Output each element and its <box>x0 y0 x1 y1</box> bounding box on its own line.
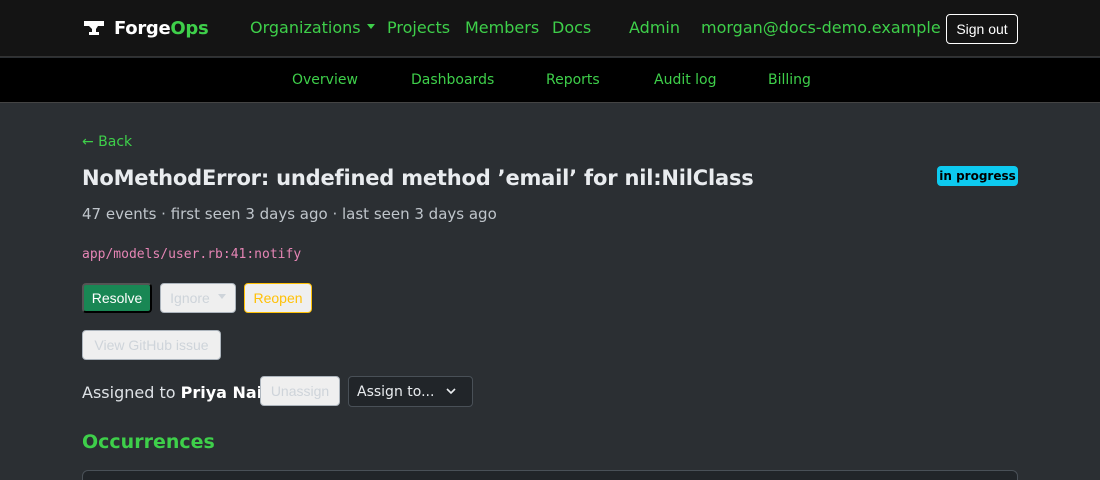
sign-out-button[interactable]: Sign out <box>946 14 1018 44</box>
subnav-dashboards[interactable]: Dashboards <box>411 72 494 88</box>
anvil-icon <box>84 21 104 35</box>
assign-to-select[interactable]: Assign to... <box>348 376 473 407</box>
reopen-button[interactable]: Reopen <box>244 283 312 313</box>
subnav-reports[interactable]: Reports <box>546 72 600 88</box>
ignore-dropdown-button[interactable]: Ignore <box>160 283 236 313</box>
user-email-link[interactable]: morgan@docs-demo.example <box>701 18 941 37</box>
nav-projects[interactable]: Projects <box>387 18 450 37</box>
issue-meta: 47 events · first seen 3 days ago · last… <box>82 205 497 223</box>
nav-admin[interactable]: Admin <box>629 18 680 37</box>
code-location: app/models/user.rb:41:notify <box>82 247 302 262</box>
subnav-audit-log[interactable]: Audit log <box>654 72 717 88</box>
assignee-name: Priya Nair <box>180 383 271 402</box>
brand[interactable]: ForgeOps <box>84 17 209 39</box>
chevron-down-icon <box>446 388 456 395</box>
back-link[interactable]: ← Back <box>82 134 132 150</box>
brand-name: ForgeOps <box>114 17 209 39</box>
subnav-overview[interactable]: Overview <box>292 72 358 88</box>
occurrences-heading: Occurrences <box>82 431 215 453</box>
sub-navbar: Overview Dashboards Reports Audit log Bi… <box>0 58 1100 103</box>
page-title: NoMethodError: undefined method ’email’ … <box>82 166 754 190</box>
caret-down-icon <box>217 293 226 299</box>
occurrences-card <box>82 470 1018 480</box>
subnav-billing[interactable]: Billing <box>768 72 811 88</box>
nav-docs[interactable]: Docs <box>552 18 591 37</box>
caret-down-icon <box>366 24 375 29</box>
assign-to-value: Assign to... <box>357 383 435 400</box>
view-github-issue-button[interactable]: View GitHub issue <box>82 330 221 360</box>
nav-members[interactable]: Members <box>465 18 539 37</box>
status-badge: in progress <box>937 166 1018 186</box>
resolve-button[interactable]: Resolve <box>82 283 152 313</box>
top-navbar: ForgeOps Organizations Projects Members … <box>0 0 1100 57</box>
nav-organizations-dropdown[interactable]: Organizations <box>250 18 375 37</box>
unassign-button[interactable]: Unassign <box>260 376 340 406</box>
assignment-text: Assigned to Priya Nair <box>82 383 271 402</box>
